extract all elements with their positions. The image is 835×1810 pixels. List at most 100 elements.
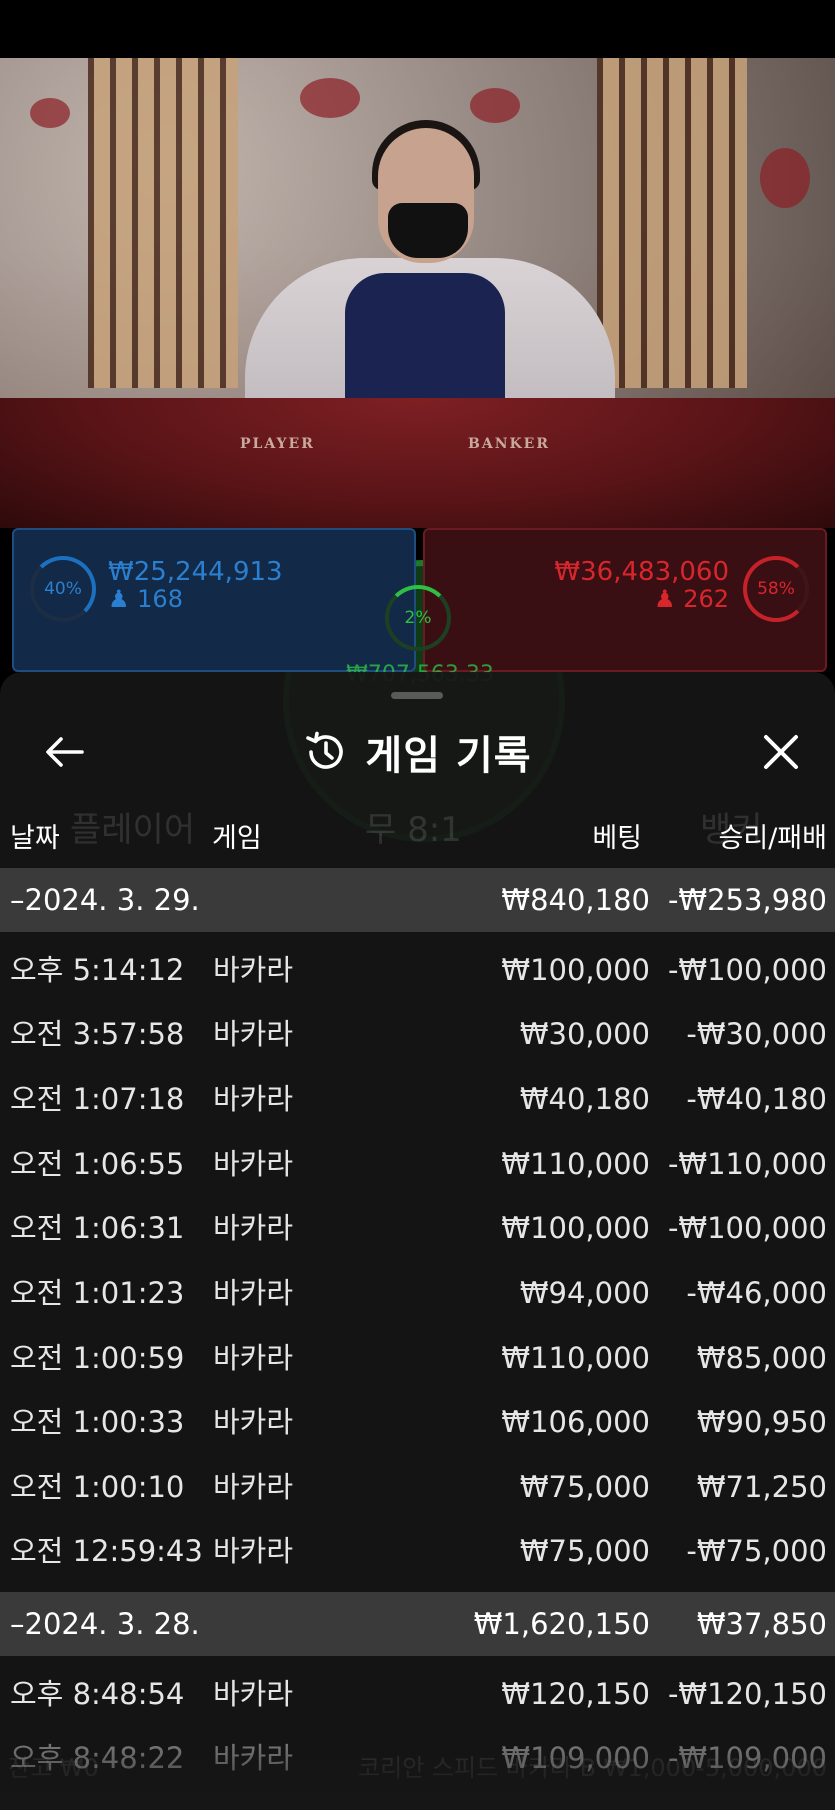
lattice-screen-right	[597, 58, 747, 388]
row-win-loss: -₩100,000	[667, 953, 827, 987]
player-count-value: 168	[137, 585, 183, 613]
column-header-win-loss: 승리/패배	[718, 823, 827, 854]
table-header: 날짜 게임 베팅 승리/패배	[0, 800, 835, 860]
page-title: 게임 기록	[365, 733, 532, 779]
arrow-left-icon	[46, 737, 84, 767]
table-row[interactable]: 오전 1:06:55 바카라 ₩110,000 -₩110,000	[0, 1132, 835, 1196]
row-win-loss: -₩109,000	[667, 1741, 827, 1775]
group-bet-total: ₩1,620,150	[473, 1607, 650, 1641]
player-player-count: ♟ 168	[108, 586, 183, 612]
group-win-total: ₩37,850	[696, 1607, 827, 1641]
row-win-loss: -₩120,150	[667, 1677, 827, 1711]
row-win-loss: -₩75,000	[686, 1534, 827, 1568]
row-time: 오전 1:06:31	[10, 1211, 185, 1245]
row-game: 바카라	[213, 1741, 294, 1775]
date-group-header[interactable]: –2024. 3. 28. ₩1,620,150 ₩37,850	[0, 1592, 835, 1656]
table-row[interactable]: 오후 5:14:12 바카라 ₩100,000 -₩100,000	[0, 938, 835, 1002]
row-win-loss: -₩110,000	[667, 1147, 827, 1181]
table-row[interactable]: 오전 1:07:18 바카라 ₩40,180 -₩40,180	[0, 1067, 835, 1131]
row-game: 바카라	[213, 1276, 294, 1310]
row-time: 오전 12:59:43	[10, 1534, 203, 1568]
row-bet: ₩40,180	[519, 1082, 650, 1116]
row-bet: ₩106,000	[501, 1405, 650, 1439]
table-row[interactable]: 오전 1:00:10 바카라 ₩75,000 ₩71,250	[0, 1455, 835, 1519]
group-bet-total: ₩840,180	[501, 883, 650, 917]
banker-count-value: 262	[683, 585, 729, 613]
row-time: 오전 1:06:55	[10, 1147, 185, 1181]
tie-percent: 2%	[404, 608, 432, 628]
row-time: 오후 8:48:22	[10, 1741, 185, 1775]
table-row[interactable]: 오전 1:00:33 바카라 ₩106,000 ₩90,950	[0, 1390, 835, 1454]
close-button[interactable]	[753, 724, 809, 780]
row-win-loss: -₩100,000	[667, 1211, 827, 1245]
banker-total-bet: ₩36,483,060	[554, 557, 729, 587]
close-icon	[764, 735, 798, 769]
table-row[interactable]: 오전 1:06:31 바카라 ₩100,000 -₩100,000	[0, 1196, 835, 1260]
row-bet: ₩110,000	[501, 1341, 650, 1375]
row-time: 오전 1:07:18	[10, 1082, 185, 1116]
dealer-mask	[388, 203, 468, 258]
sheet-drag-handle[interactable]	[391, 692, 443, 699]
column-header-game: 게임	[212, 823, 262, 854]
row-time: 오후 8:48:54	[10, 1677, 185, 1711]
row-bet: ₩110,000	[501, 1147, 650, 1181]
blossom-decoration	[30, 98, 70, 128]
row-time: 오전 1:01:23	[10, 1276, 185, 1310]
table-row[interactable]: 오전 3:57:58 바카라 ₩30,000 -₩30,000	[0, 1002, 835, 1066]
banker-player-count: ♟ 262	[654, 586, 729, 612]
felt-label-player: PLAYER	[240, 436, 315, 452]
row-bet: ₩120,150	[501, 1677, 650, 1711]
row-game: 바카라	[213, 1082, 294, 1116]
banker-percent-ring: 58%	[743, 556, 809, 622]
row-win-loss: -₩30,000	[686, 1017, 827, 1051]
sheet-header: 게임 기록	[0, 722, 835, 782]
row-game: 바카라	[213, 1017, 294, 1051]
row-game: 바카라	[213, 1677, 294, 1711]
row-game: 바카라	[213, 1211, 294, 1245]
player-bet-spot[interactable]: 40% ₩25,244,913 ♟ 168	[12, 528, 416, 672]
date-group-header[interactable]: –2024. 3. 29. ₩840,180 -₩253,980	[0, 868, 835, 932]
row-win-loss: -₩46,000	[686, 1276, 827, 1310]
table-row[interactable]: 오후 8:48:22 바카라 ₩109,000 -₩109,000	[0, 1726, 835, 1790]
row-win-loss: ₩90,950	[696, 1405, 827, 1439]
row-win-loss: ₩85,000	[696, 1341, 827, 1375]
row-time: 오전 1:00:33	[10, 1405, 185, 1439]
row-time: 오후 5:14:12	[10, 953, 185, 987]
row-bet: ₩30,000	[519, 1017, 650, 1051]
row-bet: ₩100,000	[501, 953, 650, 987]
table-row[interactable]: 오전 12:59:43 바카라 ₩75,000 -₩75,000	[0, 1519, 835, 1583]
blossom-decoration	[300, 78, 360, 118]
column-header-date: 날짜	[10, 823, 60, 854]
table-felt	[0, 398, 835, 528]
group-date: –2024. 3. 29.	[10, 883, 200, 917]
row-win-loss: -₩40,180	[686, 1082, 827, 1116]
player-percent-ring: 40%	[30, 556, 96, 622]
row-game: 바카라	[213, 1405, 294, 1439]
row-game: 바카라	[213, 953, 294, 987]
row-game: 바카라	[213, 1470, 294, 1504]
row-game: 바카라	[213, 1341, 294, 1375]
group-date: –2024. 3. 28.	[10, 1607, 200, 1641]
table-row[interactable]: 오전 1:00:59 바카라 ₩110,000 ₩85,000	[0, 1326, 835, 1390]
banker-bet-spot[interactable]: 58% ₩36,483,060 ♟ 262	[423, 528, 827, 672]
table-row[interactable]: 오전 1:01:23 바카라 ₩94,000 -₩46,000	[0, 1261, 835, 1325]
row-game: 바카라	[213, 1534, 294, 1568]
row-bet: ₩100,000	[501, 1211, 650, 1245]
blossom-decoration	[760, 148, 810, 208]
history-icon	[303, 730, 347, 774]
table-row[interactable]: 오후 8:48:54 바카라 ₩120,150 -₩120,150	[0, 1662, 835, 1726]
row-bet: ₩75,000	[519, 1470, 650, 1504]
lattice-screen-left	[88, 58, 238, 388]
back-button[interactable]	[36, 724, 92, 780]
tie-percent-ring: 2%	[385, 585, 451, 651]
row-time: 오전 1:00:10	[10, 1470, 185, 1504]
row-time: 오전 3:57:58	[10, 1017, 185, 1051]
player-percent: 40%	[44, 579, 82, 599]
blossom-decoration	[470, 88, 520, 123]
row-game: 바카라	[213, 1147, 294, 1181]
row-bet: ₩109,000	[501, 1741, 650, 1775]
row-time: 오전 1:00:59	[10, 1341, 185, 1375]
player-total-bet: ₩25,244,913	[108, 557, 283, 587]
live-video-feed: PLAYER BANKER	[0, 58, 835, 528]
user-icon: ♟	[108, 585, 130, 613]
